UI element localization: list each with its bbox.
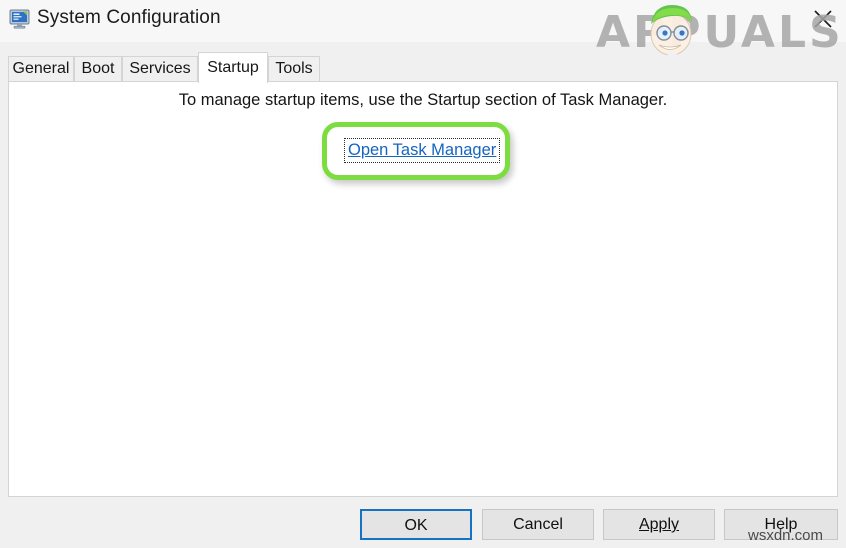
close-icon[interactable] — [806, 2, 840, 36]
apply-button-label: Apply — [638, 516, 680, 533]
title-bar: System Configuration — [0, 0, 846, 42]
instruction-text: To manage startup items, use the Startup… — [178, 91, 668, 109]
apply-button[interactable]: Apply — [603, 509, 715, 540]
tab-startup[interactable]: Startup — [198, 52, 268, 83]
tab-tools[interactable]: Tools — [268, 56, 320, 82]
system-configuration-window: System Configuration APPUALS General Boo… — [0, 0, 846, 548]
computer-monitor-icon — [9, 9, 31, 29]
open-task-manager-focus-rect: Open Task Manager — [344, 138, 501, 163]
window-title: System Configuration — [37, 7, 221, 28]
help-button[interactable]: Help — [724, 509, 838, 540]
ok-button[interactable]: OK — [360, 509, 472, 540]
open-task-manager-link[interactable]: Open Task Manager — [348, 141, 496, 159]
dialog-button-row: OK Cancel Apply Help — [0, 509, 846, 541]
tab-services[interactable]: Services — [122, 56, 198, 82]
tab-strip: General Boot Services Startup Tools — [8, 52, 838, 83]
tab-boot[interactable]: Boot — [74, 56, 122, 82]
startup-tab-panel: To manage startup items, use the Startup… — [8, 81, 838, 497]
tab-general[interactable]: General — [8, 56, 74, 82]
cancel-button[interactable]: Cancel — [482, 509, 594, 540]
